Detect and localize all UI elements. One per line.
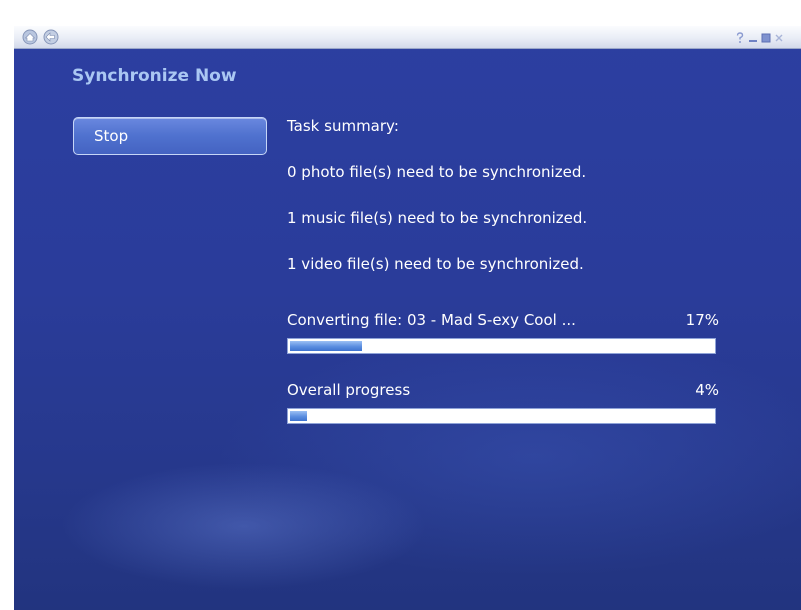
overall-progress-fill [290, 411, 307, 421]
overall-progress-percent: 4% [695, 381, 719, 399]
restore-icon[interactable] [761, 29, 771, 43]
home-icon[interactable] [22, 29, 38, 45]
converting-file-label: Converting file: 03 - Mad S-exy Cool ... [287, 311, 576, 329]
video-files-status: 1 video file(s) need to be synchronized. [287, 255, 584, 273]
task-summary-title: Task summary: [287, 117, 399, 135]
stop-button[interactable]: Stop [73, 117, 267, 155]
close-icon[interactable] [774, 29, 784, 42]
back-arrow-icon[interactable] [43, 29, 59, 45]
overall-progress-bar [287, 408, 716, 424]
title-bar [14, 26, 801, 49]
converting-file-percent: 17% [685, 311, 719, 329]
converting-file-progress-bar [287, 338, 716, 354]
photo-files-status: 0 photo file(s) need to be synchronized. [287, 163, 587, 181]
page-title: Synchronize Now [72, 66, 237, 86]
converting-file-progress-fill [290, 341, 362, 351]
media-center-window: Synchronize Now Stop Task summary: 0 pho… [14, 26, 801, 610]
music-files-status: 1 music file(s) need to be synchronized. [287, 209, 588, 227]
minimize-icon[interactable] [748, 29, 758, 42]
help-icon[interactable] [735, 29, 745, 43]
overall-progress-label: Overall progress [287, 381, 411, 399]
